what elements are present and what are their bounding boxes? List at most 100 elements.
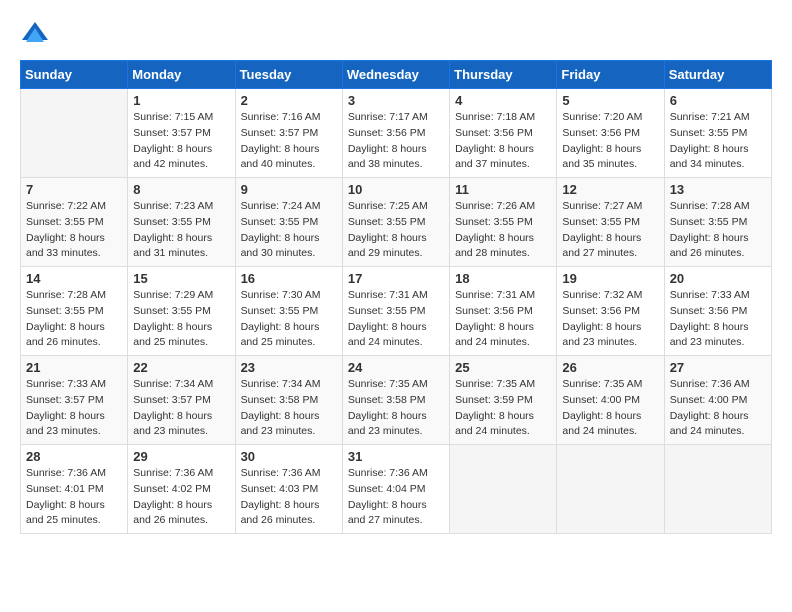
day-number: 11 (455, 182, 551, 197)
page-header (20, 20, 772, 50)
day-info: Sunrise: 7:35 AM Sunset: 4:00 PM Dayligh… (562, 377, 658, 440)
day-info: Sunrise: 7:20 AM Sunset: 3:56 PM Dayligh… (562, 110, 658, 173)
calendar-cell: 13Sunrise: 7:28 AM Sunset: 3:55 PM Dayli… (664, 178, 771, 267)
column-header-thursday: Thursday (450, 61, 557, 89)
day-number: 4 (455, 93, 551, 108)
day-number: 16 (241, 271, 337, 286)
calendar-cell: 30 Sunrise: 7:36 AM Sunset: 4:03 PM Dayli… (235, 445, 342, 534)
day-info: Sunrise: 7:36 AM Sunset: 4:01 PM Dayligh… (26, 466, 122, 529)
day-info: Sunrise: 7:31 AM Sunset: 3:55 PM Dayligh… (348, 288, 444, 351)
calendar-cell: 5Sunrise: 7:20 AM Sunset: 3:56 PM Daylig… (557, 89, 664, 178)
day-info: Sunrise: 7:26 AM Sunset: 3:55 PM Dayligh… (455, 199, 551, 262)
day-number: 31 (348, 449, 444, 464)
day-info: Sunrise: 7:22 AM Sunset: 3:55 PM Dayligh… (26, 199, 122, 262)
calendar-cell: 18Sunrise: 7:31 AM Sunset: 3:56 PM Dayli… (450, 267, 557, 356)
day-number: 10 (348, 182, 444, 197)
calendar-week-row: 7 Sunrise: 7:22 AM Sunset: 3:55 PM Daylig… (21, 178, 772, 267)
column-header-wednesday: Wednesday (342, 61, 449, 89)
day-number: 29 (133, 449, 229, 464)
day-number: 12 (562, 182, 658, 197)
calendar-cell: 15 Sunrise: 7:29 AM Sunset: 3:55 PM Dayli… (128, 267, 235, 356)
calendar-cell (21, 89, 128, 178)
calendar-cell: 1 Sunrise: 7:15 AM Sunset: 3:57 PM Daylig… (128, 89, 235, 178)
day-info: Sunrise: 7:36 AM Sunset: 4:03 PM Dayligh… (241, 466, 337, 529)
logo (20, 20, 54, 50)
calendar-cell: 16 Sunrise: 7:30 AM Sunset: 3:55 PM Dayli… (235, 267, 342, 356)
calendar-cell: 10 Sunrise: 7:25 AM Sunset: 3:55 PM Dayli… (342, 178, 449, 267)
calendar-week-row: 14 Sunrise: 7:28 AM Sunset: 3:55 PM Dayli… (21, 267, 772, 356)
calendar-cell: 17 Sunrise: 7:31 AM Sunset: 3:55 PM Dayli… (342, 267, 449, 356)
calendar-cell (450, 445, 557, 534)
day-info: Sunrise: 7:24 AM Sunset: 3:55 PM Dayligh… (241, 199, 337, 262)
calendar-cell: 9 Sunrise: 7:24 AM Sunset: 3:55 PM Daylig… (235, 178, 342, 267)
calendar-cell: 2 Sunrise: 7:16 AM Sunset: 3:57 PM Daylig… (235, 89, 342, 178)
calendar-cell: 29 Sunrise: 7:36 AM Sunset: 4:02 PM Dayli… (128, 445, 235, 534)
day-number: 9 (241, 182, 337, 197)
day-number: 17 (348, 271, 444, 286)
calendar-cell: 28 Sunrise: 7:36 AM Sunset: 4:01 PM Dayli… (21, 445, 128, 534)
calendar-cell: 4 Sunrise: 7:18 AM Sunset: 3:56 PM Daylig… (450, 89, 557, 178)
day-info: Sunrise: 7:27 AM Sunset: 3:55 PM Dayligh… (562, 199, 658, 262)
day-info: Sunrise: 7:31 AM Sunset: 3:56 PM Dayligh… (455, 288, 551, 351)
day-number: 22 (133, 360, 229, 375)
day-number: 7 (26, 182, 122, 197)
day-number: 19 (562, 271, 658, 286)
calendar-header-row: SundayMondayTuesdayWednesdayThursdayFrid… (21, 61, 772, 89)
day-number: 25 (455, 360, 551, 375)
calendar-week-row: 1 Sunrise: 7:15 AM Sunset: 3:57 PM Daylig… (21, 89, 772, 178)
day-info: Sunrise: 7:35 AM Sunset: 3:58 PM Dayligh… (348, 377, 444, 440)
day-info: Sunrise: 7:15 AM Sunset: 3:57 PM Dayligh… (133, 110, 229, 173)
day-info: Sunrise: 7:32 AM Sunset: 3:56 PM Dayligh… (562, 288, 658, 351)
column-header-monday: Monday (128, 61, 235, 89)
day-info: Sunrise: 7:18 AM Sunset: 3:56 PM Dayligh… (455, 110, 551, 173)
day-number: 28 (26, 449, 122, 464)
calendar-cell (557, 445, 664, 534)
day-number: 2 (241, 93, 337, 108)
calendar-cell: 22Sunrise: 7:34 AM Sunset: 3:57 PM Dayli… (128, 356, 235, 445)
calendar-cell: 31 Sunrise: 7:36 AM Sunset: 4:04 PM Dayli… (342, 445, 449, 534)
day-info: Sunrise: 7:16 AM Sunset: 3:57 PM Dayligh… (241, 110, 337, 173)
day-number: 24 (348, 360, 444, 375)
day-number: 30 (241, 449, 337, 464)
calendar-cell: 14 Sunrise: 7:28 AM Sunset: 3:55 PM Dayli… (21, 267, 128, 356)
calendar-cell: 24 Sunrise: 7:35 AM Sunset: 3:58 PM Dayli… (342, 356, 449, 445)
day-info: Sunrise: 7:36 AM Sunset: 4:02 PM Dayligh… (133, 466, 229, 529)
day-number: 6 (670, 93, 766, 108)
calendar-week-row: 28 Sunrise: 7:36 AM Sunset: 4:01 PM Dayli… (21, 445, 772, 534)
day-number: 21 (26, 360, 122, 375)
calendar: SundayMondayTuesdayWednesdayThursdayFrid… (20, 60, 772, 534)
day-info: Sunrise: 7:34 AM Sunset: 3:58 PM Dayligh… (241, 377, 337, 440)
day-info: Sunrise: 7:35 AM Sunset: 3:59 PM Dayligh… (455, 377, 551, 440)
calendar-cell: 21 Sunrise: 7:33 AM Sunset: 3:57 PM Dayli… (21, 356, 128, 445)
day-number: 1 (133, 93, 229, 108)
logo-icon (20, 20, 50, 50)
calendar-cell: 23Sunrise: 7:34 AM Sunset: 3:58 PM Dayli… (235, 356, 342, 445)
day-number: 26 (562, 360, 658, 375)
day-info: Sunrise: 7:29 AM Sunset: 3:55 PM Dayligh… (133, 288, 229, 351)
calendar-cell (664, 445, 771, 534)
calendar-cell: 25 Sunrise: 7:35 AM Sunset: 3:59 PM Dayli… (450, 356, 557, 445)
day-info: Sunrise: 7:17 AM Sunset: 3:56 PM Dayligh… (348, 110, 444, 173)
day-info: Sunrise: 7:28 AM Sunset: 3:55 PM Dayligh… (26, 288, 122, 351)
day-info: Sunrise: 7:33 AM Sunset: 3:57 PM Dayligh… (26, 377, 122, 440)
day-number: 15 (133, 271, 229, 286)
day-info: Sunrise: 7:23 AM Sunset: 3:55 PM Dayligh… (133, 199, 229, 262)
calendar-cell: 20Sunrise: 7:33 AM Sunset: 3:56 PM Dayli… (664, 267, 771, 356)
calendar-cell: 11 Sunrise: 7:26 AM Sunset: 3:55 PM Dayli… (450, 178, 557, 267)
calendar-cell: 6Sunrise: 7:21 AM Sunset: 3:55 PM Daylig… (664, 89, 771, 178)
day-info: Sunrise: 7:25 AM Sunset: 3:55 PM Dayligh… (348, 199, 444, 262)
calendar-cell: 3 Sunrise: 7:17 AM Sunset: 3:56 PM Daylig… (342, 89, 449, 178)
day-number: 14 (26, 271, 122, 286)
day-number: 3 (348, 93, 444, 108)
calendar-cell: 19 Sunrise: 7:32 AM Sunset: 3:56 PM Dayli… (557, 267, 664, 356)
column-header-saturday: Saturday (664, 61, 771, 89)
calendar-cell: 26 Sunrise: 7:35 AM Sunset: 4:00 PM Dayli… (557, 356, 664, 445)
column-header-tuesday: Tuesday (235, 61, 342, 89)
day-info: Sunrise: 7:30 AM Sunset: 3:55 PM Dayligh… (241, 288, 337, 351)
day-number: 27 (670, 360, 766, 375)
day-number: 13 (670, 182, 766, 197)
day-info: Sunrise: 7:36 AM Sunset: 4:04 PM Dayligh… (348, 466, 444, 529)
day-number: 20 (670, 271, 766, 286)
day-info: Sunrise: 7:36 AM Sunset: 4:00 PM Dayligh… (670, 377, 766, 440)
calendar-week-row: 21 Sunrise: 7:33 AM Sunset: 3:57 PM Dayli… (21, 356, 772, 445)
